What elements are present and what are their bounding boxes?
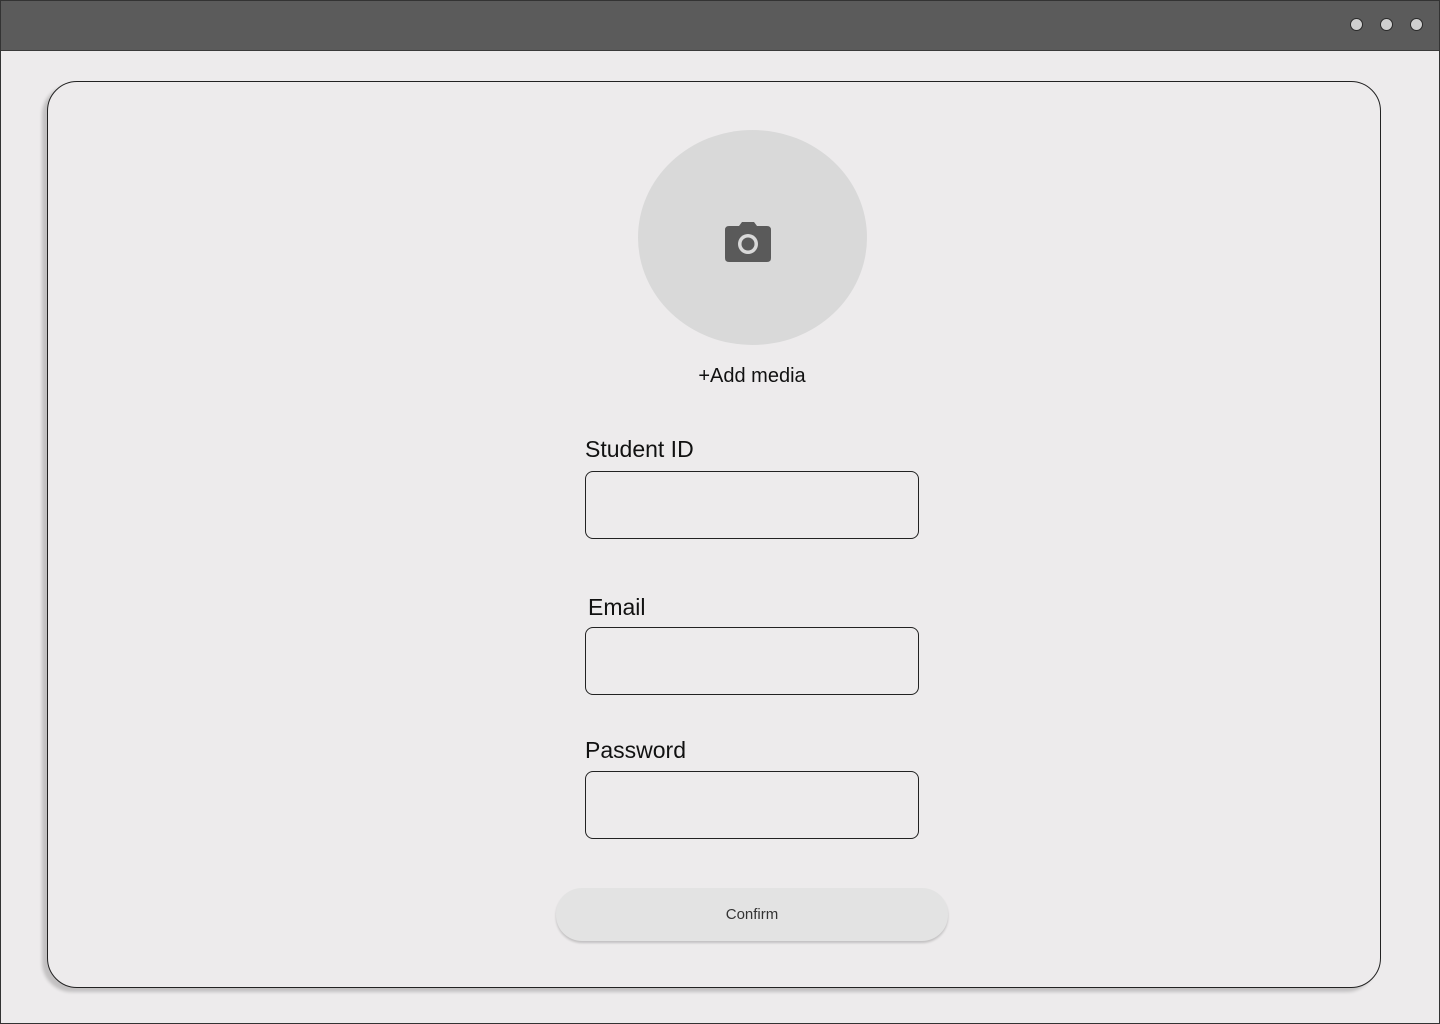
student-id-label: Student ID — [585, 436, 694, 462]
camera-icon[interactable] — [725, 222, 771, 262]
window-control-dot[interactable] — [1380, 18, 1393, 31]
student-id-input[interactable] — [585, 471, 919, 539]
window-control-dot[interactable] — [1350, 18, 1363, 31]
password-input[interactable] — [585, 771, 919, 839]
window-control-dot[interactable] — [1410, 18, 1423, 31]
email-label: Email — [588, 594, 646, 620]
add-media-link[interactable]: +Add media — [652, 365, 852, 388]
password-label: Password — [585, 737, 686, 763]
app-window: +Add media Student ID Email Password Con… — [0, 0, 1440, 1024]
confirm-button[interactable]: Confirm — [556, 888, 948, 941]
title-bar — [1, 1, 1439, 51]
email-input[interactable] — [585, 627, 919, 695]
